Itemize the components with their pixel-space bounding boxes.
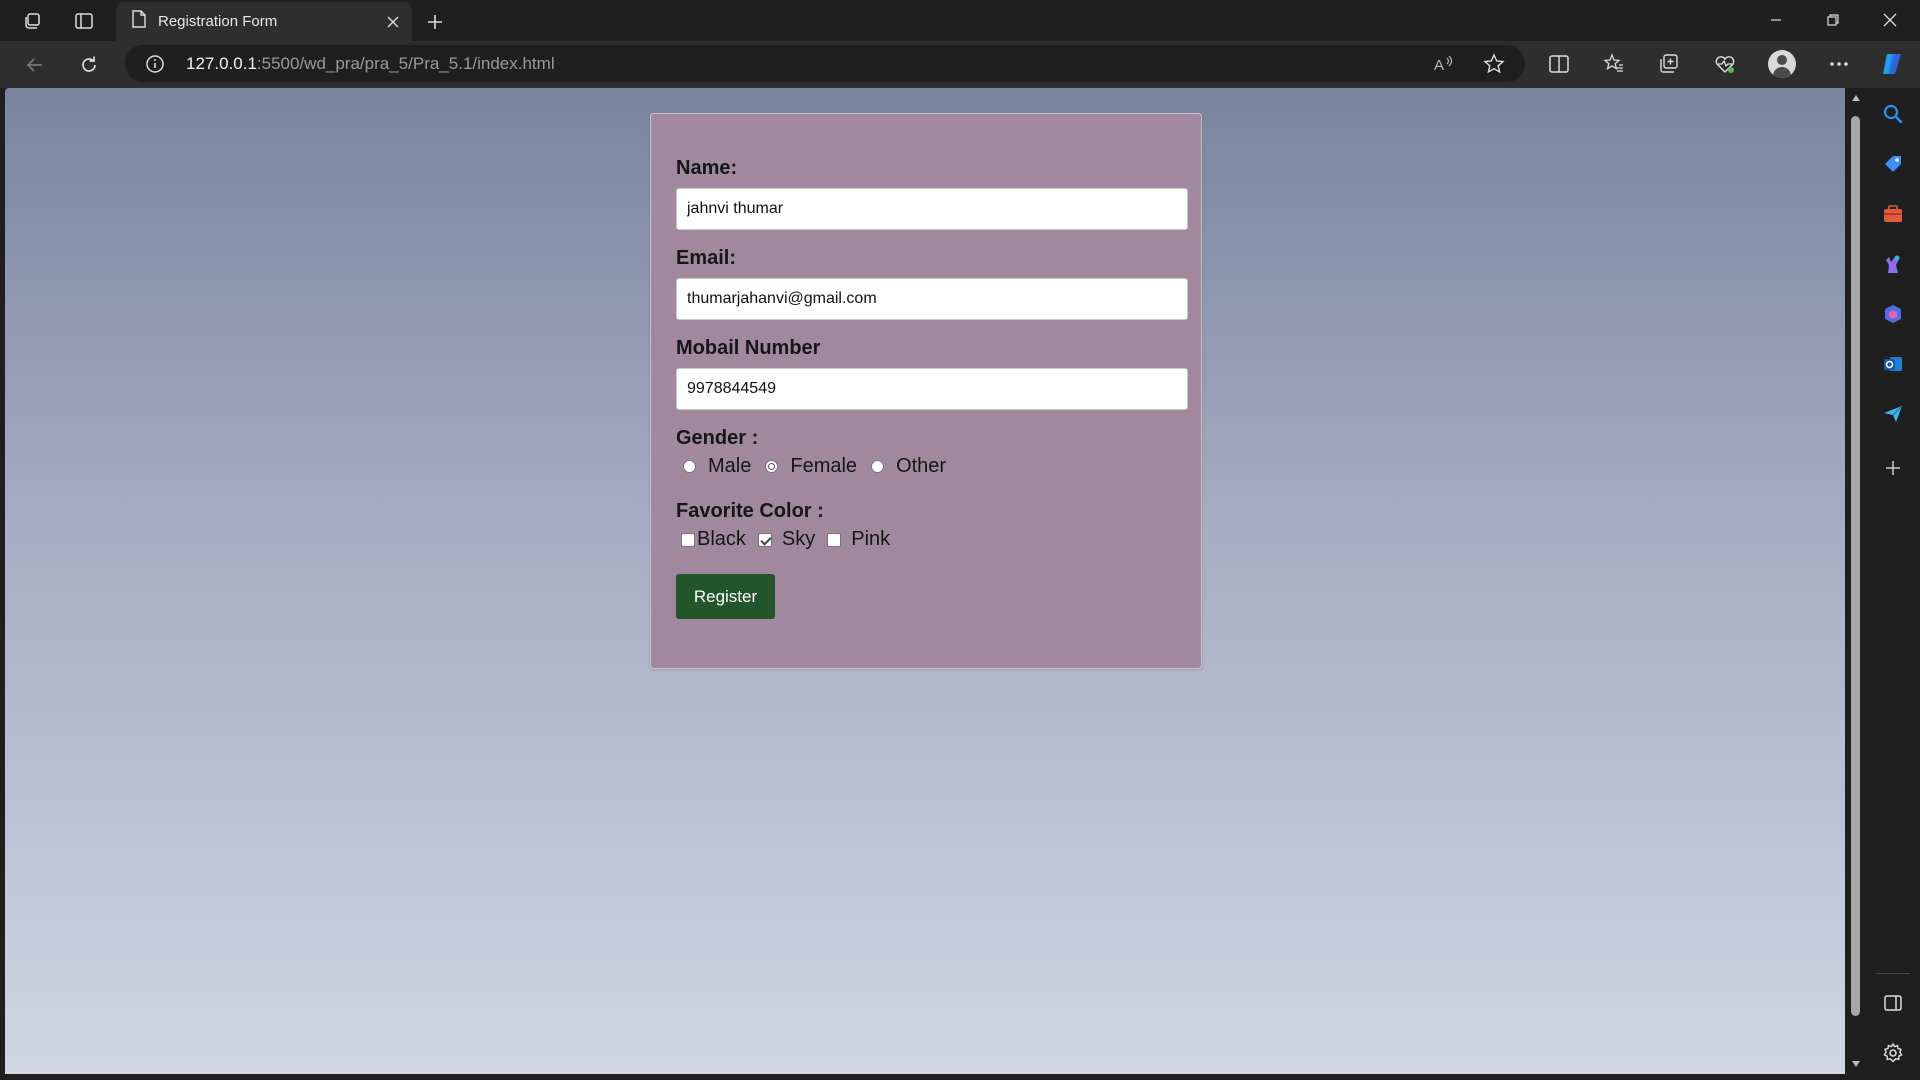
new-tab-icon[interactable] (421, 8, 449, 36)
url-path: :5500/wd_pra/pra_5/Pra_5.1/index.html (256, 54, 555, 73)
favorites-icon[interactable] (1599, 49, 1629, 79)
more-icon[interactable] (1824, 49, 1854, 79)
settings-icon[interactable] (1880, 1040, 1906, 1066)
office-icon[interactable] (1880, 301, 1906, 327)
url-host: 127.0.0.1 (186, 54, 257, 73)
svg-text:A: A (1434, 57, 1444, 74)
copilot-icon[interactable] (1877, 49, 1907, 79)
scroll-thumb[interactable] (1851, 116, 1860, 1016)
add-icon[interactable] (1880, 455, 1906, 481)
gender-other-label: Other (896, 455, 947, 477)
url-text[interactable]: 127.0.0.1:5500/wd_pra/pra_5/Pra_5.1/inde… (186, 54, 555, 74)
color-pink-checkbox[interactable] (827, 532, 842, 547)
restore-icon[interactable] (1805, 0, 1861, 40)
gender-other-radio[interactable] (871, 460, 885, 473)
window-bottom-edge (0, 1074, 1866, 1080)
register-button[interactable]: Register (676, 574, 775, 619)
color-pink-label: Pink (851, 528, 891, 550)
minimize-icon[interactable] (1748, 0, 1804, 40)
page-scrollbar[interactable] (1845, 88, 1866, 1074)
back-icon[interactable] (19, 49, 51, 81)
outlook-icon[interactable] (1880, 351, 1906, 377)
page-viewport: Name: Email: Mobail Number Gender : Male… (5, 88, 1845, 1074)
collections-icon[interactable] (1654, 49, 1684, 79)
address-bar[interactable]: 127.0.0.1:5500/wd_pra/pra_5/Pra_5.1/inde… (125, 45, 1525, 82)
name-label: Name: (676, 157, 738, 179)
gender-female-label: Female (790, 455, 858, 477)
tab-title: Registration Form (158, 13, 278, 30)
color-black-label: Black (697, 528, 746, 550)
sidebar-toggle-icon[interactable] (1880, 990, 1906, 1016)
scroll-down-icon[interactable] (1850, 1058, 1861, 1069)
favorite-color-label: Favorite Color : (676, 500, 824, 522)
refresh-icon[interactable] (73, 49, 105, 81)
workspaces-icon[interactable] (19, 8, 45, 34)
gender-male-radio[interactable] (683, 460, 696, 473)
color-black-checkbox[interactable] (681, 532, 695, 547)
color-sky-label: Sky (781, 528, 816, 550)
profile-avatar[interactable] (1768, 50, 1796, 78)
color-sky-checkbox[interactable] (757, 532, 772, 547)
edge-sidebar (1866, 88, 1920, 1080)
mobile-label: Mobail Number (676, 337, 821, 359)
mobile-input[interactable] (676, 368, 1188, 410)
sidebar-divider (1876, 973, 1910, 974)
close-window-icon[interactable] (1862, 0, 1918, 40)
gender-female-radio[interactable] (765, 460, 779, 473)
close-tab-icon[interactable] (380, 9, 406, 35)
site-info-icon[interactable] (145, 54, 165, 74)
gender-male-label: Male (708, 455, 752, 477)
scroll-up-icon[interactable] (1850, 92, 1861, 103)
gender-options: Male Female Other (676, 455, 946, 478)
shopping-icon[interactable] (1880, 151, 1906, 177)
search-icon[interactable] (1880, 101, 1906, 127)
send-icon[interactable] (1880, 401, 1906, 427)
performance-icon[interactable] (1710, 49, 1740, 79)
tab-actions-icon[interactable] (71, 8, 97, 34)
name-input[interactable] (676, 188, 1188, 230)
page-icon (132, 10, 146, 33)
read-aloud-icon[interactable]: A (1431, 52, 1455, 76)
gender-label: Gender : (676, 427, 759, 449)
star-icon[interactable] (1482, 52, 1506, 76)
title-bar: Registration Form (0, 0, 1920, 41)
registration-form: Name: Email: Mobail Number Gender : Male… (650, 113, 1202, 669)
tools-icon[interactable] (1880, 201, 1906, 227)
color-options: Black Sky Pink (676, 528, 890, 551)
email-input[interactable] (676, 278, 1188, 320)
split-screen-icon[interactable] (1544, 49, 1574, 79)
games-icon[interactable] (1880, 251, 1906, 277)
browser-toolbar: 127.0.0.1:5500/wd_pra/pra_5/Pra_5.1/inde… (0, 41, 1920, 88)
tab-registration-form[interactable]: Registration Form (116, 2, 412, 41)
email-label: Email: (676, 247, 737, 269)
